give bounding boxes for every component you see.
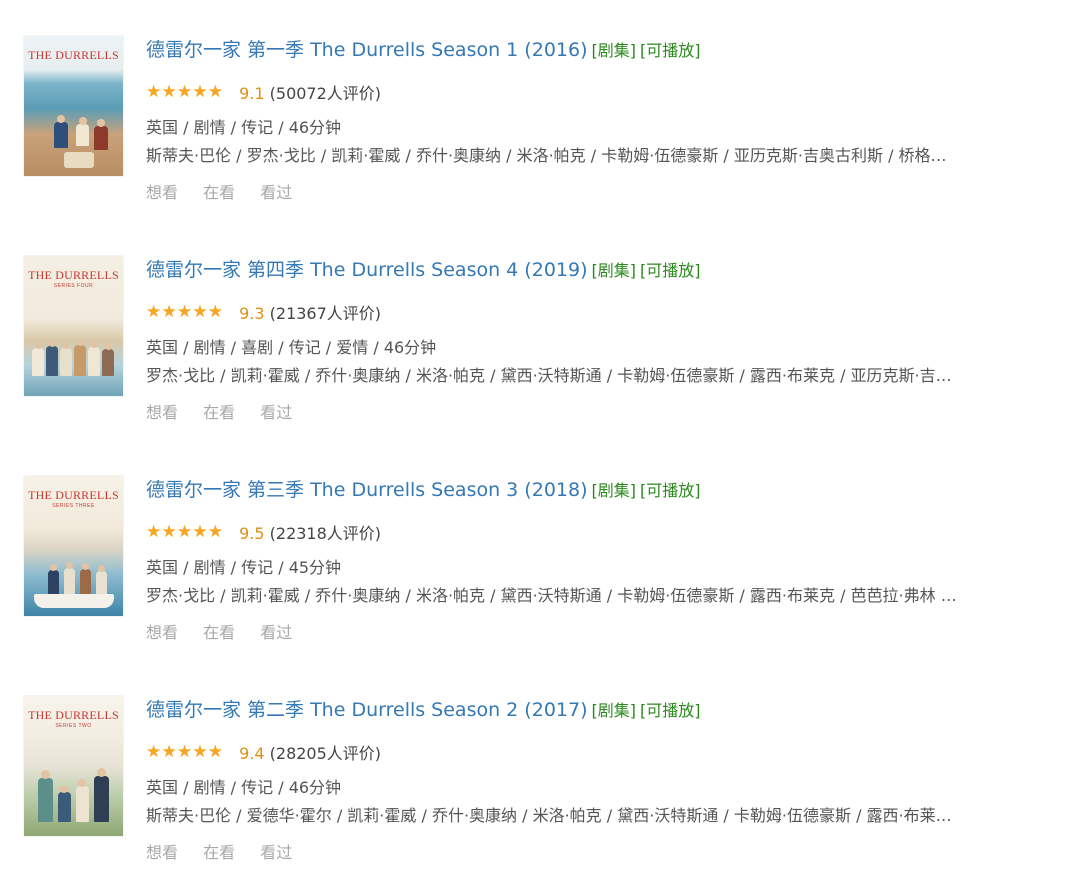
meta-info: 英国 / 剧情 / 传记 / 46分钟 bbox=[146, 118, 342, 137]
title-link[interactable]: 德雷尔一家 第四季 The Durrells Season 4 (2019) bbox=[146, 259, 588, 281]
poster-subtitle: SERIES FOUR bbox=[53, 283, 94, 289]
rating-score: 9.1 bbox=[239, 84, 265, 103]
rating-row: ★★★★★ ★★★★★ 9.3 (21367人评价) bbox=[146, 303, 381, 324]
result-item: THE DURRELLS SERIES THREE 德雷尔一家 第三季 The … bbox=[0, 476, 1080, 676]
result-item: THE DURRELLS SERIES TWO 德雷尔一家 第二季 The Du… bbox=[0, 696, 1080, 896]
cast-list: 斯蒂夫·巴伦 / 爱德华·霍尔 / 凯莉·霍威 / 乔什·奥康纳 / 米洛·帕克… bbox=[146, 806, 952, 825]
poster-title: THE DURRELLS bbox=[28, 268, 119, 282]
action-links: 想看 在看 看过 bbox=[146, 182, 312, 204]
watched-link[interactable]: 看过 bbox=[260, 843, 292, 862]
result-title[interactable]: 德雷尔一家 第四季 The Durrells Season 4 (2019) [剧… bbox=[146, 258, 701, 283]
watching-link[interactable]: 在看 bbox=[203, 403, 235, 422]
poster-image[interactable]: THE DURRELLS SERIES THREE bbox=[24, 476, 123, 616]
rating-stars: ★★★★★ ★★★★★ bbox=[146, 302, 224, 322]
cast-list: 斯蒂夫·巴伦 / 罗杰·戈比 / 凯莉·霍威 / 乔什·奥康纳 / 米洛·帕克 … bbox=[146, 146, 947, 165]
rating-stars: ★★★★★ ★★★★★ bbox=[146, 742, 224, 762]
rating-votes: (28205人评价) bbox=[269, 744, 382, 763]
meta-info: 英国 / 剧情 / 传记 / 45分钟 bbox=[146, 558, 342, 577]
poster-image[interactable]: THE DURRELLS SERIES TWO bbox=[24, 696, 123, 836]
rating-score: 9.4 bbox=[239, 744, 265, 763]
rating-stars: ★★★★★ ★★★★★ bbox=[146, 522, 224, 542]
rating-stars: ★★★★★ ★★★★★ bbox=[146, 82, 224, 102]
result-title[interactable]: 德雷尔一家 第三季 The Durrells Season 3 (2018) [剧… bbox=[146, 478, 701, 503]
title-link[interactable]: 德雷尔一家 第二季 The Durrells Season 2 (2017) bbox=[146, 699, 588, 721]
tag-playable[interactable]: [可播放] bbox=[640, 41, 701, 60]
result-item: THE DURRELLS 德雷尔一家 第一季 The Durrells Seas… bbox=[0, 36, 1080, 236]
cast-list: 罗杰·戈比 / 凯莉·霍威 / 乔什·奥康纳 / 米洛·帕克 / 黛西·沃特斯通… bbox=[146, 366, 952, 385]
rating-row: ★★★★★ ★★★★★ 9.4 (28205人评价) bbox=[146, 743, 381, 764]
poster-title: THE DURRELLS bbox=[28, 48, 119, 62]
rating-votes: (21367人评价) bbox=[269, 304, 382, 323]
tag-playable[interactable]: [可播放] bbox=[640, 481, 701, 500]
tag-playable[interactable]: [可播放] bbox=[640, 701, 701, 720]
poster-title: THE DURRELLS bbox=[28, 708, 119, 722]
title-link[interactable]: 德雷尔一家 第三季 The Durrells Season 3 (2018) bbox=[146, 479, 588, 501]
poster-subtitle: SERIES TWO bbox=[55, 723, 92, 729]
tag-playable[interactable]: [可播放] bbox=[640, 261, 701, 280]
poster-subtitle: SERIES THREE bbox=[52, 503, 95, 509]
rating-votes: (50072人评价) bbox=[269, 84, 382, 103]
want-to-watch-link[interactable]: 想看 bbox=[146, 623, 178, 642]
want-to-watch-link[interactable]: 想看 bbox=[146, 843, 178, 862]
poster-image[interactable]: THE DURRELLS bbox=[24, 36, 123, 176]
watched-link[interactable]: 看过 bbox=[260, 623, 292, 642]
watched-link[interactable]: 看过 bbox=[260, 403, 292, 422]
result-title[interactable]: 德雷尔一家 第二季 The Durrells Season 2 (2017) [剧… bbox=[146, 698, 701, 723]
tag-series: [剧集] bbox=[591, 41, 637, 60]
watching-link[interactable]: 在看 bbox=[203, 183, 235, 202]
cast-list: 罗杰·戈比 / 凯莉·霍威 / 乔什·奥康纳 / 米洛·帕克 / 黛西·沃特斯通… bbox=[146, 586, 957, 605]
watched-link[interactable]: 看过 bbox=[260, 183, 292, 202]
tag-series: [剧集] bbox=[591, 261, 637, 280]
tag-series: [剧集] bbox=[591, 481, 637, 500]
result-item: THE DURRELLS SERIES FOUR 德雷尔一家 第四季 The D… bbox=[0, 256, 1080, 456]
action-links: 想看 在看 看过 bbox=[146, 842, 312, 864]
action-links: 想看 在看 看过 bbox=[146, 402, 312, 424]
watching-link[interactable]: 在看 bbox=[203, 623, 235, 642]
want-to-watch-link[interactable]: 想看 bbox=[146, 183, 178, 202]
want-to-watch-link[interactable]: 想看 bbox=[146, 403, 178, 422]
rating-row: ★★★★★ ★★★★★ 9.5 (22318人评价) bbox=[146, 523, 381, 544]
search-results-list: THE DURRELLS 德雷尔一家 第一季 The Durrells Seas… bbox=[0, 0, 1080, 879]
tag-series: [剧集] bbox=[591, 701, 637, 720]
poster-title: THE DURRELLS bbox=[28, 488, 119, 502]
title-link[interactable]: 德雷尔一家 第一季 The Durrells Season 1 (2016) bbox=[146, 39, 588, 61]
watching-link[interactable]: 在看 bbox=[203, 843, 235, 862]
poster-image[interactable]: THE DURRELLS SERIES FOUR bbox=[24, 256, 123, 396]
rating-score: 9.5 bbox=[239, 524, 265, 543]
rating-votes: (22318人评价) bbox=[269, 524, 382, 543]
result-title[interactable]: 德雷尔一家 第一季 The Durrells Season 1 (2016) [剧… bbox=[146, 38, 701, 63]
rating-row: ★★★★★ ★★★★★ 9.1 (50072人评价) bbox=[146, 83, 381, 104]
action-links: 想看 在看 看过 bbox=[146, 622, 312, 644]
meta-info: 英国 / 剧情 / 喜剧 / 传记 / 爱情 / 46分钟 bbox=[146, 338, 437, 357]
rating-score: 9.3 bbox=[239, 304, 265, 323]
meta-info: 英国 / 剧情 / 传记 / 46分钟 bbox=[146, 778, 342, 797]
